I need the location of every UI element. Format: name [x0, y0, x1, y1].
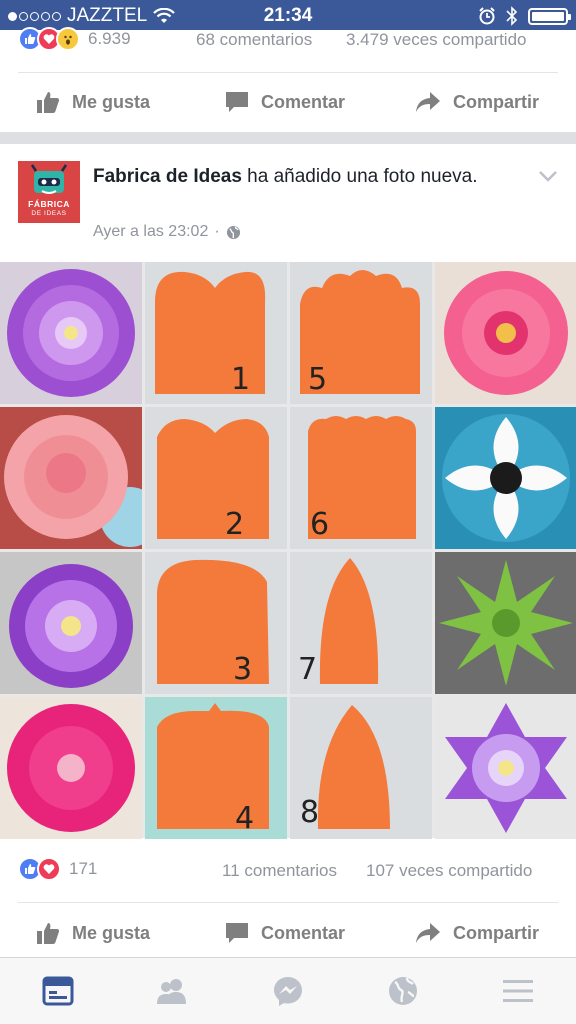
- template-photo-2: 2: [145, 407, 287, 549]
- comment-label: Comentar: [261, 91, 346, 112]
- flower-photo-purple: [0, 262, 142, 404]
- share-icon: [416, 923, 440, 943]
- flower-photo-magenta: [0, 697, 142, 839]
- friends-icon[interactable]: [155, 974, 189, 1008]
- share-button[interactable]: Compartir: [415, 76, 539, 128]
- battery-icon: [528, 7, 571, 25]
- reaction-count: 171: [69, 859, 98, 878]
- messenger-icon[interactable]: [271, 974, 305, 1008]
- globe-icon: [226, 225, 240, 239]
- flower-photo-lilac: [435, 697, 576, 839]
- share-label: Compartir: [453, 91, 540, 112]
- like-label: Me gusta: [72, 922, 151, 943]
- share-button[interactable]: Compartir: [415, 907, 539, 959]
- post-reactions[interactable]: 171: [18, 857, 97, 881]
- template-photo-5: 5: [290, 262, 432, 404]
- bluetooth-icon: [506, 6, 518, 26]
- share-label: Compartir: [453, 922, 540, 943]
- flower-photo-light-pink: [0, 407, 142, 549]
- meta-separator: ·: [214, 223, 220, 240]
- template-photo-4: 4: [145, 697, 287, 839]
- template-photo-7: 7: [290, 552, 432, 694]
- feed-separator: [0, 132, 576, 144]
- page-name-link[interactable]: Fabrica de Ideas: [93, 166, 242, 187]
- avatar-text-2: DE IDEAS: [31, 210, 67, 217]
- comment-button[interactable]: Comentar: [225, 76, 345, 128]
- template-photo-3: 3: [145, 552, 287, 694]
- news-feed-icon[interactable]: [41, 974, 75, 1008]
- divider: [18, 72, 558, 73]
- previous-post-action-bar: Me gusta Comentar Compartir: [0, 76, 576, 128]
- post-timestamp[interactable]: Ayer a las 23:02: [93, 223, 208, 241]
- like-label: Me gusta: [72, 91, 151, 112]
- post-meta: Ayer a las 23:02 ·: [93, 223, 241, 241]
- template-number: 6: [310, 507, 330, 542]
- post-action-bar: Me gusta Comentar Compartir: [0, 907, 576, 959]
- like-button[interactable]: Me gusta: [36, 907, 150, 959]
- template-number: 1: [231, 362, 251, 397]
- notifications-globe-icon[interactable]: [386, 974, 420, 1008]
- previous-post-reactions[interactable]: 6.939: [18, 27, 131, 51]
- share-count[interactable]: 107 veces compartido: [366, 861, 532, 881]
- comment-count[interactable]: 11 comentarios: [222, 861, 337, 881]
- wow-reaction-icon: [56, 27, 80, 51]
- avatar-mascot-icon: [30, 164, 68, 194]
- template-number: 3: [233, 652, 253, 687]
- love-reaction-icon: [37, 857, 61, 881]
- template-number: 2: [225, 507, 245, 542]
- comment-label: Comentar: [261, 922, 346, 943]
- avatar-text-1: FÁBRICA: [28, 199, 70, 209]
- thumbs-up-icon: [37, 923, 59, 944]
- like-button[interactable]: Me gusta: [36, 76, 150, 128]
- template-number: 8: [300, 795, 320, 830]
- comment-icon: [226, 92, 248, 112]
- comment-count[interactable]: 68 comentarios: [196, 30, 312, 50]
- chevron-down-icon[interactable]: [538, 170, 558, 182]
- page-avatar[interactable]: FÁBRICA DE IDEAS: [18, 161, 80, 223]
- share-icon: [416, 92, 440, 112]
- flower-photo-pink: [435, 262, 576, 404]
- alarm-icon: [479, 7, 495, 25]
- flower-photo-white: [435, 407, 576, 549]
- comment-icon: [226, 923, 248, 943]
- thumbs-up-icon: [37, 92, 59, 113]
- flower-photo-violet: [0, 552, 142, 694]
- template-photo-6: 6: [290, 407, 432, 549]
- comment-button[interactable]: Comentar: [225, 907, 345, 959]
- divider: [18, 902, 558, 903]
- template-photo-8: 8: [290, 697, 432, 839]
- post-headline: Fabrica de Ideas ha añadido una foto nue…: [93, 164, 523, 190]
- flower-photo-green: [435, 552, 576, 694]
- status-bar: JAZZTEL 21:34: [0, 0, 576, 30]
- template-number: 7: [298, 652, 318, 687]
- template-number: 5: [308, 362, 328, 397]
- template-number: 4: [235, 801, 255, 836]
- template-photo-1: 1: [145, 262, 287, 404]
- reaction-count: 6.939: [88, 29, 131, 48]
- post-action-text: ha añadido una foto nueva.: [241, 166, 478, 187]
- bottom-tab-bar: [0, 957, 576, 1024]
- share-count[interactable]: 3.479 veces compartido: [346, 30, 527, 50]
- menu-icon[interactable]: [501, 974, 535, 1008]
- post-photo[interactable]: 1 5 2 6 3 7 4 8: [0, 262, 576, 839]
